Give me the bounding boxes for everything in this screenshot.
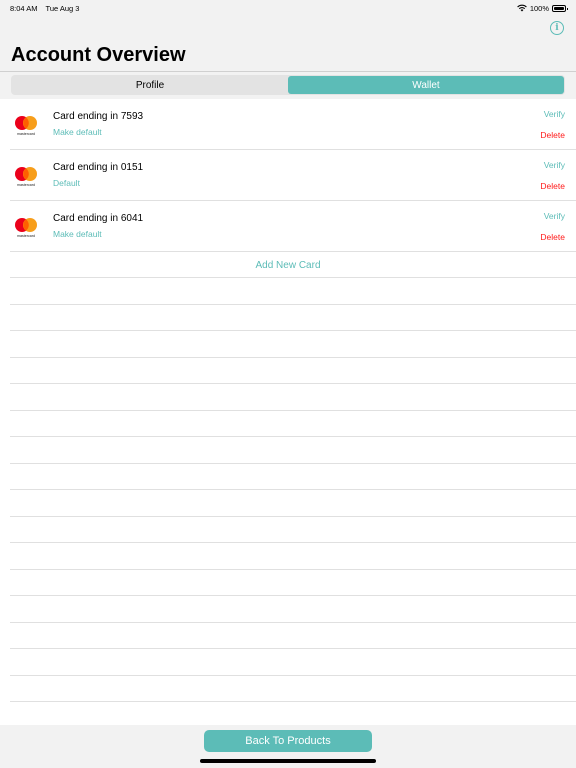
mastercard-icon: mastercard <box>15 218 37 238</box>
card-row: mastercard Card ending in 0151 Default V… <box>0 150 576 201</box>
empty-row <box>0 331 576 358</box>
default-label: Default <box>53 178 80 188</box>
tab-wallet[interactable]: Wallet <box>288 76 564 94</box>
tab-profile[interactable]: Profile <box>12 76 288 94</box>
card-title: Card ending in 0151 <box>53 162 144 173</box>
back-to-products-button[interactable]: Back To Products <box>204 730 372 752</box>
verify-button[interactable]: Verify <box>544 211 565 221</box>
svg-text:mastercard: mastercard <box>17 183 35 187</box>
add-card-row: Add New Card <box>0 252 576 278</box>
delete-button[interactable]: Delete <box>540 181 565 191</box>
empty-row <box>0 411 576 437</box>
empty-row <box>0 649 576 676</box>
empty-row <box>0 702 576 725</box>
empty-row <box>0 384 576 411</box>
mastercard-icon: mastercard <box>15 167 37 187</box>
status-right: 100% <box>517 3 568 13</box>
empty-row <box>0 596 576 623</box>
home-indicator <box>200 759 376 763</box>
status-left: 8:04 AM Tue Aug 3 <box>10 4 79 13</box>
make-default-link[interactable]: Make default <box>53 127 102 137</box>
bottom-bar: Back To Products <box>0 725 576 768</box>
segmented-control: Profile Wallet <box>11 75 565 95</box>
status-time: 8:04 AM <box>10 3 38 13</box>
card-row: mastercard Card ending in 6041 Make defa… <box>0 201 576 252</box>
card-row: mastercard Card ending in 7593 Make defa… <box>0 99 576 150</box>
delete-button[interactable]: Delete <box>540 130 565 140</box>
empty-row <box>0 278 576 305</box>
empty-row <box>0 358 576 384</box>
empty-row <box>0 464 576 490</box>
empty-row <box>0 305 576 331</box>
empty-rows <box>0 278 576 725</box>
empty-row <box>0 437 576 464</box>
verify-button[interactable]: Verify <box>544 109 565 119</box>
empty-row <box>0 490 576 517</box>
delete-button[interactable]: Delete <box>540 232 565 242</box>
add-new-card-button[interactable]: Add New Card <box>255 260 320 271</box>
verify-button[interactable]: Verify <box>544 160 565 170</box>
status-bar: 8:04 AM Tue Aug 3 100% <box>0 0 576 16</box>
empty-row <box>0 676 576 702</box>
card-list: mastercard Card ending in 7593 Make defa… <box>0 99 576 725</box>
empty-row <box>0 623 576 649</box>
empty-row <box>0 517 576 543</box>
info-icon[interactable]: i <box>550 21 564 35</box>
status-date: Tue Aug 3 <box>45 3 80 13</box>
empty-row <box>0 543 576 570</box>
page-title: Account Overview <box>11 44 186 66</box>
card-title: Card ending in 7593 <box>53 111 144 122</box>
title-divider <box>0 71 576 72</box>
make-default-link[interactable]: Make default <box>53 229 102 239</box>
mastercard-icon: mastercard <box>15 116 37 136</box>
wifi-icon <box>517 4 527 12</box>
empty-row <box>0 570 576 596</box>
card-title: Card ending in 6041 <box>53 213 144 224</box>
svg-text:mastercard: mastercard <box>17 234 35 238</box>
svg-text:mastercard: mastercard <box>17 132 35 136</box>
battery-percent: 100% <box>529 3 549 13</box>
battery-icon <box>552 4 568 12</box>
